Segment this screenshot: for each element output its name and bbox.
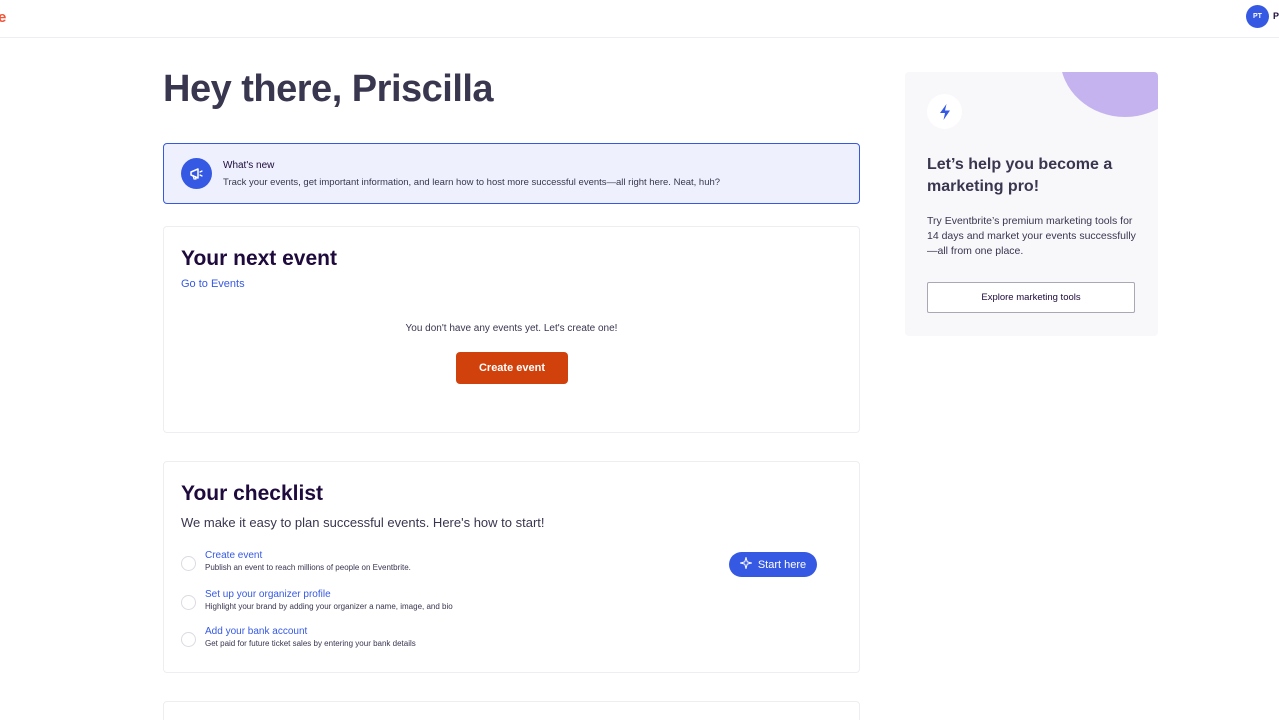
checklist-item-label[interactable]: Add your bank account bbox=[205, 626, 307, 637]
next-event-card: Your next event Go to Events You don't h… bbox=[163, 226, 860, 433]
go-to-events-link[interactable]: Go to Events bbox=[181, 278, 245, 290]
checklist-item-bank-account[interactable]: Add your bank account Get paid for futur… bbox=[181, 626, 581, 656]
checklist-item-label[interactable]: Set up your organizer profile bbox=[205, 589, 331, 600]
checklist-title: Your checklist bbox=[181, 482, 323, 505]
marketing-promo-panel: Let’s help you become a marketing pro! T… bbox=[905, 72, 1158, 336]
user-name-fragment[interactable]: P bbox=[1273, 11, 1279, 21]
checklist-item-organizer-profile[interactable]: Set up your organizer profile Highlight … bbox=[181, 589, 581, 619]
user-avatar[interactable]: PT bbox=[1246, 5, 1269, 28]
start-here-label: Start here bbox=[757, 558, 807, 571]
megaphone-icon bbox=[181, 158, 212, 189]
whats-new-text: Track your events, get important informa… bbox=[223, 177, 721, 188]
checklist-item-description: Highlight your brand by adding your orga… bbox=[205, 602, 453, 611]
start-here-button[interactable]: Start here bbox=[729, 552, 817, 577]
checkbox-circle[interactable] bbox=[181, 632, 196, 647]
checkbox-circle[interactable] bbox=[181, 556, 196, 571]
checkbox-circle[interactable] bbox=[181, 595, 196, 610]
next-section-card bbox=[163, 701, 860, 720]
checklist-card: Your checklist We make it easy to plan s… bbox=[163, 461, 860, 673]
next-event-title: Your next event bbox=[181, 247, 337, 270]
checklist-item-description: Publish an event to reach millions of pe… bbox=[205, 563, 411, 572]
checklist-item-label[interactable]: Create event bbox=[205, 550, 262, 561]
page-greeting: Hey there, Priscilla bbox=[163, 68, 494, 110]
checklist-item-create-event[interactable]: Create event Publish an event to reach m… bbox=[181, 550, 581, 580]
sparkle-icon bbox=[738, 555, 754, 572]
explore-marketing-tools-button[interactable]: Explore marketing tools bbox=[927, 282, 1135, 313]
eventbrite-logo[interactable]: e bbox=[0, 9, 6, 26]
top-navigation-bar: e PT P bbox=[0, 0, 1279, 38]
decorative-blob bbox=[1060, 72, 1158, 117]
whats-new-title: What's new bbox=[223, 160, 275, 171]
promo-title: Let’s help you become a marketing pro! bbox=[927, 156, 1113, 195]
no-events-message: You don't have any events yet. Let's cre… bbox=[405, 323, 618, 334]
whats-new-banner: What's new Track your events, get import… bbox=[163, 143, 860, 204]
promo-description: Try Eventbrite’s premium marketing tools… bbox=[927, 215, 1136, 257]
create-event-button[interactable]: Create event bbox=[456, 352, 568, 384]
checklist-subtitle: We make it easy to plan successful event… bbox=[181, 515, 545, 530]
lightning-icon bbox=[927, 94, 962, 129]
checklist-item-description: Get paid for future ticket sales by ente… bbox=[205, 639, 416, 648]
